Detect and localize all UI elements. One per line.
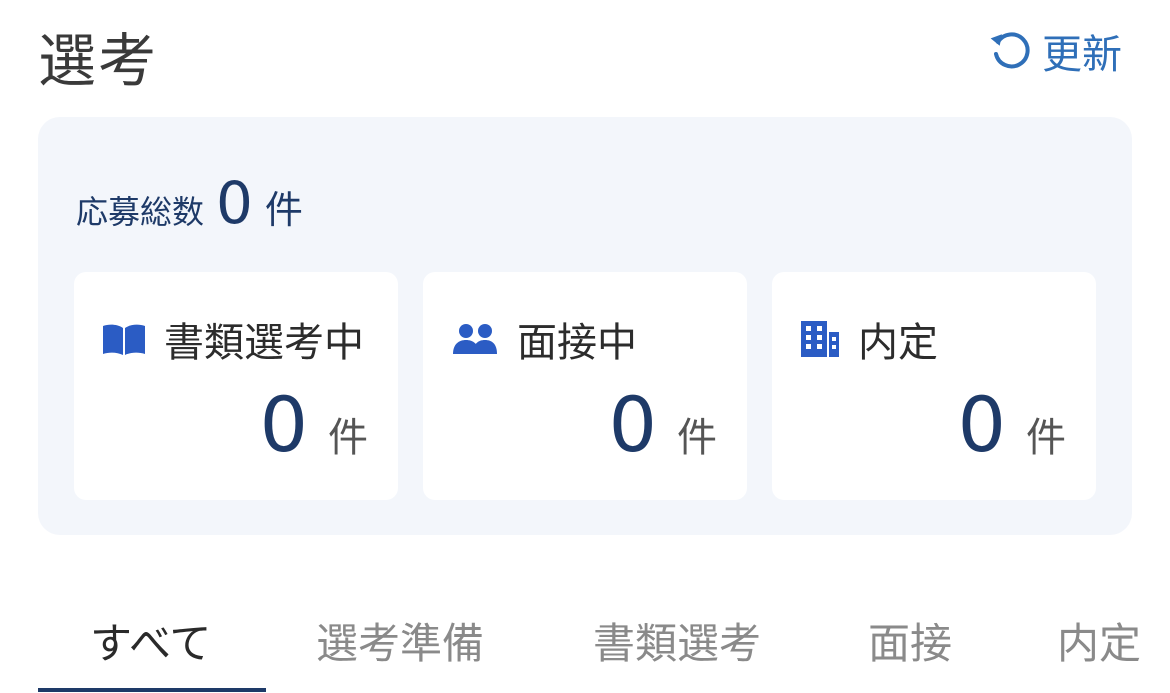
- stat-unit: 件: [328, 415, 368, 461]
- total-count: 0: [216, 169, 253, 237]
- status-tabs: すべて 選考準備 書類選考 面接 内定: [0, 592, 1170, 693]
- total-applications: 応募総数 0 件: [76, 169, 303, 237]
- total-unit: 件: [264, 188, 303, 232]
- building-icon: [801, 321, 839, 357]
- book-icon: [103, 324, 145, 355]
- refresh-button[interactable]: 更新: [988, 22, 1122, 80]
- tab-interview[interactable]: 面接: [868, 610, 952, 671]
- stat-card-interviewing[interactable]: 面接中 0 件: [423, 272, 747, 500]
- refresh-label: 更新: [1042, 32, 1122, 78]
- stat-count: 0: [957, 380, 1006, 469]
- stat-label: 面接中: [517, 320, 637, 366]
- stat-count: 0: [259, 380, 308, 469]
- stat-unit: 件: [677, 415, 717, 461]
- refresh-icon: [990, 32, 1030, 69]
- summary-card: 応募総数 0 件 書類選考中 0 件 面接中 0 件 内定 0 件: [38, 117, 1132, 535]
- total-label: 応募総数: [76, 193, 205, 231]
- stat-label: 書類選考中: [164, 320, 364, 366]
- active-tab-indicator: [38, 688, 266, 692]
- stat-card-offer[interactable]: 内定 0 件: [772, 272, 1096, 500]
- users-icon: [453, 324, 497, 354]
- stat-card-document-screening[interactable]: 書類選考中 0 件: [74, 272, 398, 500]
- page-title: 選考: [38, 27, 159, 95]
- stat-unit: 件: [1026, 415, 1066, 461]
- tab-document-screening[interactable]: 書類選考: [593, 610, 761, 671]
- stat-label: 内定: [858, 320, 938, 366]
- tab-all[interactable]: すべて: [90, 610, 211, 671]
- tab-preparation[interactable]: 選考準備: [316, 610, 484, 671]
- tab-offer[interactable]: 内定: [1057, 610, 1141, 671]
- stat-count: 0: [608, 380, 657, 469]
